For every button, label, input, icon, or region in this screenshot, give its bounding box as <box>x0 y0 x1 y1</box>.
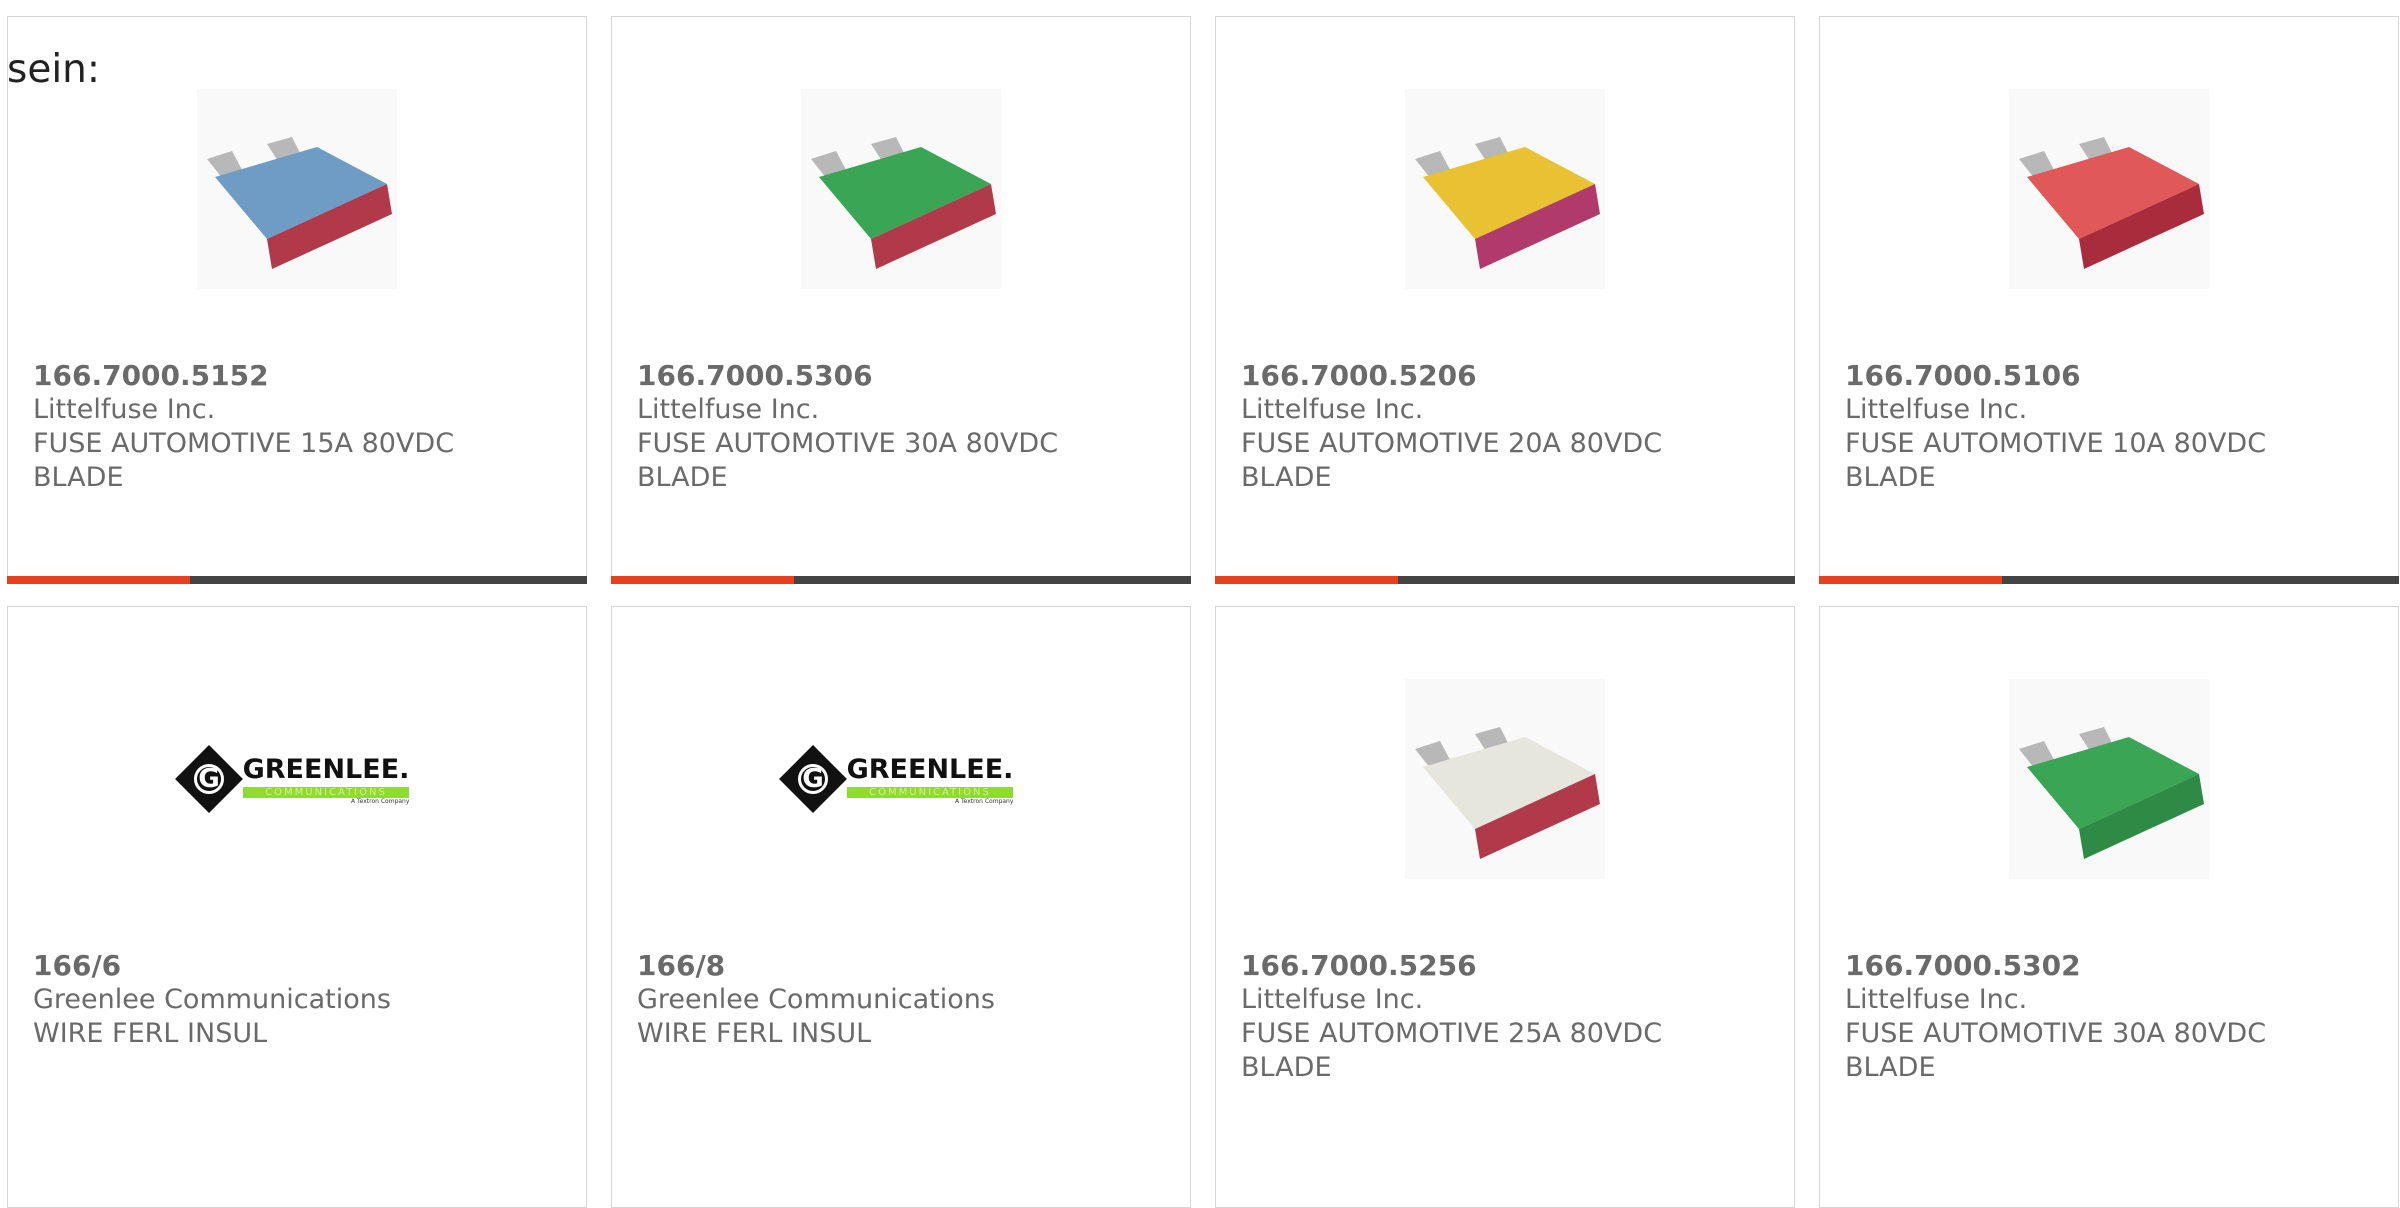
card-bottom-bar <box>1819 576 2399 584</box>
logo-brand: GREENLEE. <box>242 753 410 785</box>
description: FUSE AUTOMOTIVE 10A 80VDC BLADE <box>1845 428 2267 493</box>
logo-tag: A Textron Company <box>955 797 1014 805</box>
logo-sub: COMMUNICATIONS <box>242 786 410 798</box>
product-card[interactable]: 166.7000.5306 Littelfuse Inc. FUSE AUTOM… <box>611 16 1191 584</box>
card-bottom-bar <box>611 576 1191 584</box>
greenlee-g-icon: G <box>174 745 243 813</box>
description: FUSE AUTOMOTIVE 30A 80VDC BLADE <box>637 428 1059 493</box>
manufacturer: Littelfuse Inc. <box>1241 984 1424 1015</box>
greenlee-logo: G GREENLEE. COMMUNICATIONS A Textron Com… <box>174 745 410 813</box>
description: WIRE FERL INSUL <box>33 1018 268 1049</box>
part-number[interactable]: 166.7000.5302 <box>1845 949 2285 983</box>
part-number[interactable]: 166/6 <box>33 949 473 983</box>
part-number[interactable]: 166/8 <box>637 949 1077 983</box>
description: FUSE AUTOMOTIVE 15A 80VDC BLADE <box>33 428 455 493</box>
product-card[interactable]: 166.7000.5302 Littelfuse Inc. FUSE AUTOM… <box>1819 606 2399 1208</box>
logo-tag: A Textron Company <box>351 797 410 805</box>
part-number[interactable]: 166.7000.5106 <box>1845 359 2285 393</box>
part-number[interactable]: 166.7000.5152 <box>33 359 473 393</box>
product-image[interactable] <box>1405 679 1605 879</box>
card-accent-bar <box>1215 576 1398 584</box>
product-card[interactable]: 166.7000.5106 Littelfuse Inc. FUSE AUTOM… <box>1819 16 2399 584</box>
product-image[interactable] <box>1405 89 1605 289</box>
blade-fuse-icon <box>1415 137 1600 269</box>
card-accent-bar <box>611 576 794 584</box>
blade-fuse-icon <box>811 137 996 269</box>
product-card[interactable]: G GREENLEE. COMMUNICATIONS A Textron Com… <box>611 606 1191 1208</box>
card-accent-bar <box>7 576 190 584</box>
manufacturer: Littelfuse Inc. <box>637 394 820 425</box>
card-accent-bar <box>1819 576 2002 584</box>
product-image[interactable] <box>801 89 1001 289</box>
product-card[interactable]: 166.7000.5206 Littelfuse Inc. FUSE AUTOM… <box>1215 16 1795 584</box>
product-image[interactable] <box>2009 679 2209 879</box>
intro-text: sein: <box>7 47 101 92</box>
blade-fuse-icon <box>1415 727 1600 859</box>
product-image[interactable] <box>2009 89 2209 289</box>
product-image[interactable] <box>197 89 397 289</box>
product-card[interactable]: 166.7000.5256 Littelfuse Inc. FUSE AUTOM… <box>1215 606 1795 1208</box>
greenlee-logo: G GREENLEE. COMMUNICATIONS A Textron Com… <box>778 745 1014 813</box>
description: FUSE AUTOMOTIVE 20A 80VDC BLADE <box>1241 428 1663 493</box>
manufacturer: Littelfuse Inc. <box>33 394 216 425</box>
product-grid: 166.7000.5152 Littelfuse Inc. FUSE AUTOM… <box>7 16 2399 1208</box>
manufacturer: Greenlee Communications <box>33 984 391 1015</box>
part-number[interactable]: 166.7000.5256 <box>1241 949 1681 983</box>
part-number[interactable]: 166.7000.5306 <box>637 359 1077 393</box>
product-card[interactable]: 166.7000.5152 Littelfuse Inc. FUSE AUTOM… <box>7 16 587 584</box>
blade-fuse-icon <box>2019 137 2204 269</box>
card-bottom-bar <box>1215 576 1795 584</box>
blade-fuse-icon <box>2019 727 2204 859</box>
description: WIRE FERL INSUL <box>637 1018 872 1049</box>
manufacturer: Littelfuse Inc. <box>1241 394 1424 425</box>
logo-sub: COMMUNICATIONS <box>846 786 1014 798</box>
description: FUSE AUTOMOTIVE 30A 80VDC BLADE <box>1845 1018 2267 1083</box>
product-image[interactable]: G GREENLEE. COMMUNICATIONS A Textron Com… <box>174 679 410 879</box>
manufacturer: Littelfuse Inc. <box>1845 394 2028 425</box>
description: FUSE AUTOMOTIVE 25A 80VDC BLADE <box>1241 1018 1663 1083</box>
product-image[interactable]: G GREENLEE. COMMUNICATIONS A Textron Com… <box>778 679 1014 879</box>
manufacturer: Littelfuse Inc. <box>1845 984 2028 1015</box>
product-card[interactable]: G GREENLEE. COMMUNICATIONS A Textron Com… <box>7 606 587 1208</box>
part-number[interactable]: 166.7000.5206 <box>1241 359 1681 393</box>
logo-brand: GREENLEE. <box>846 753 1014 785</box>
card-bottom-bar <box>7 576 587 584</box>
greenlee-g-icon: G <box>778 745 847 813</box>
blade-fuse-icon <box>207 137 392 269</box>
manufacturer: Greenlee Communications <box>637 984 995 1015</box>
